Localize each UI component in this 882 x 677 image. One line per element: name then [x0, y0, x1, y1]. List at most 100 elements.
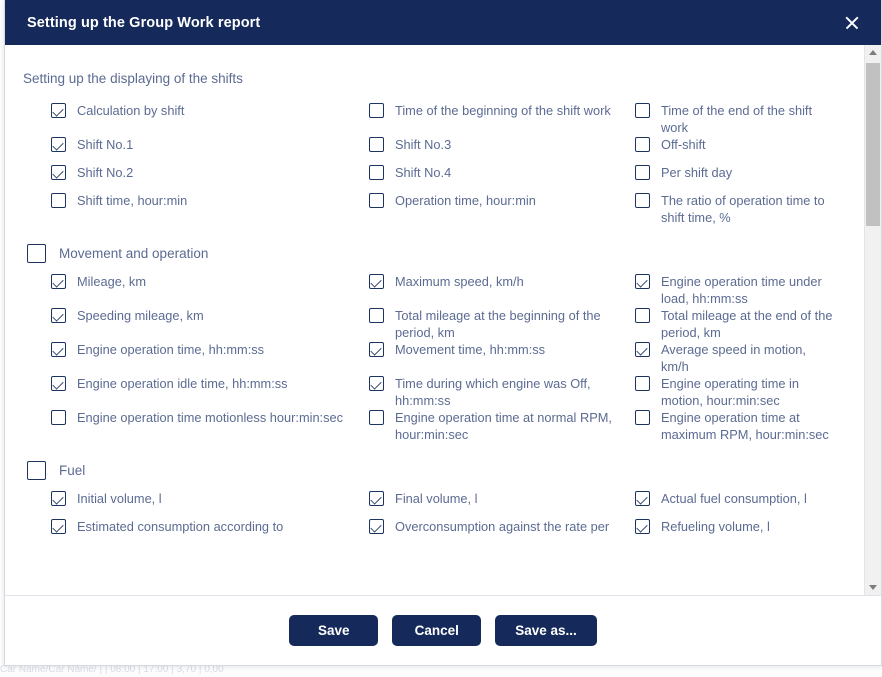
- checkbox-grid-fuel: Initial volume, l Final volume, l Actual f…: [5, 490, 864, 546]
- scroll-up-button[interactable]: [865, 45, 881, 61]
- checkbox-row[interactable]: Maximum speed, km/h: [369, 273, 635, 307]
- checkbox-label: Estimated consumption according to: [77, 519, 284, 534]
- dialog-title: Setting up the Group Work report: [27, 14, 261, 31]
- checkbox[interactable]: [51, 193, 66, 208]
- checkbox-label: Shift No.4: [395, 165, 452, 180]
- checkbox-row[interactable]: Off-shift: [635, 136, 852, 164]
- checkbox-row[interactable]: Engine operation time motionless hour:mi…: [51, 409, 369, 443]
- checkbox[interactable]: [51, 410, 66, 425]
- checkbox[interactable]: [51, 274, 66, 289]
- checkbox-row[interactable]: Time of the end of the shift work: [635, 102, 852, 136]
- close-icon[interactable]: [839, 10, 865, 36]
- checkbox[interactable]: [635, 308, 650, 323]
- checkbox[interactable]: [635, 410, 650, 425]
- group-checkbox-fuel[interactable]: [27, 461, 46, 480]
- checkbox[interactable]: [635, 193, 650, 208]
- save-button[interactable]: Save: [289, 615, 379, 646]
- checkbox[interactable]: [635, 137, 650, 152]
- checkbox-row[interactable]: Refueling volume, l: [635, 518, 852, 546]
- dialog-body: Setting up the displaying of the shifts C…: [5, 45, 881, 596]
- checkbox-label: Engine operation time motionless hour:mi…: [77, 410, 344, 425]
- save-as-button[interactable]: Save as...: [495, 615, 597, 646]
- checkbox[interactable]: [369, 342, 384, 357]
- checkbox[interactable]: [369, 491, 384, 506]
- checkbox-row[interactable]: Engine operation idle time, hh:mm:ss: [51, 375, 369, 409]
- checkbox-label: Speeding mileage, km: [77, 308, 204, 323]
- checkbox[interactable]: [51, 376, 66, 391]
- checkbox-row[interactable]: The ratio of operation time to shift tim…: [635, 192, 852, 226]
- checkbox-grid-shifts: Calculation by shift Time of the beginnin…: [5, 102, 864, 226]
- checkbox[interactable]: [635, 103, 650, 118]
- checkbox[interactable]: [369, 410, 384, 425]
- checkbox[interactable]: [51, 342, 66, 357]
- checkbox-label: Operation time, hour:min: [395, 193, 536, 208]
- checkbox[interactable]: [369, 193, 384, 208]
- checkbox-row[interactable]: Shift No.1: [51, 136, 369, 164]
- dialog-titlebar: Setting up the Group Work report: [5, 0, 881, 45]
- checkbox[interactable]: [635, 376, 650, 391]
- checkbox-label: Time of the end of the shift work: [661, 103, 813, 135]
- checkbox-row[interactable]: Mileage, km: [51, 273, 369, 307]
- checkbox-row[interactable]: Time of the beginning of the shift work: [369, 102, 635, 136]
- checkbox-row[interactable]: Time during which engine was Off, hh:mm:…: [369, 375, 635, 409]
- checkbox[interactable]: [369, 137, 384, 152]
- checkbox-grid-movement: Mileage, km Maximum speed, km/h Engine ope…: [5, 273, 864, 443]
- checkbox-row[interactable]: Final volume, l: [369, 490, 635, 518]
- checkbox-label: Per shift day: [661, 165, 733, 180]
- checkbox-label: Shift No.3: [395, 137, 452, 152]
- checkbox-label: Average speed in motion, km/h: [661, 342, 806, 374]
- checkbox-row[interactable]: Movement time, hh:mm:ss: [369, 341, 635, 375]
- checkbox[interactable]: [51, 491, 66, 506]
- group-checkbox-movement[interactable]: [27, 244, 46, 263]
- checkbox-row[interactable]: Overconsumption against the rate per: [369, 518, 635, 546]
- checkbox-row[interactable]: Engine operation time at normal RPM, hou…: [369, 409, 635, 443]
- checkbox[interactable]: [369, 376, 384, 391]
- checkbox-row[interactable]: Shift No.3: [369, 136, 635, 164]
- checkbox-label: Shift No.2: [77, 165, 134, 180]
- checkbox[interactable]: [51, 137, 66, 152]
- checkbox-row[interactable]: Initial volume, l: [51, 490, 369, 518]
- checkbox-row[interactable]: Shift No.4: [369, 164, 635, 192]
- checkbox[interactable]: [635, 519, 650, 534]
- checkbox[interactable]: [369, 308, 384, 323]
- checkbox-row[interactable]: Shift time, hour:min: [51, 192, 369, 226]
- checkbox[interactable]: [369, 519, 384, 534]
- checkbox[interactable]: [635, 274, 650, 289]
- checkbox[interactable]: [51, 165, 66, 180]
- checkbox-label: Time during which engine was Off, hh:mm:…: [395, 376, 591, 408]
- checkbox-label: Total mileage at the end of the period, …: [661, 308, 833, 340]
- checkbox-row[interactable]: Shift No.2: [51, 164, 369, 192]
- checkbox-row[interactable]: Estimated consumption according to: [51, 518, 369, 546]
- checkbox-label: Total mileage at the beginning of the pe…: [395, 308, 601, 340]
- scroll-down-button[interactable]: [865, 579, 881, 595]
- checkbox-row[interactable]: Engine operation time at maximum RPM, ho…: [635, 409, 852, 443]
- checkbox-label: Engine operating time in motion, hour:mi…: [661, 376, 800, 408]
- checkbox[interactable]: [635, 165, 650, 180]
- checkbox-row[interactable]: Per shift day: [635, 164, 852, 192]
- checkbox[interactable]: [635, 491, 650, 506]
- checkbox-row[interactable]: Speeding mileage, km: [51, 307, 369, 341]
- checkbox-row[interactable]: Engine operation time under load, hh:mm:…: [635, 273, 852, 307]
- cancel-button[interactable]: Cancel: [392, 615, 482, 646]
- checkbox[interactable]: [369, 274, 384, 289]
- checkbox-row[interactable]: Actual fuel consumption, l: [635, 490, 852, 518]
- checkbox-row[interactable]: Average speed in motion, km/h: [635, 341, 852, 375]
- checkbox-label: Overconsumption against the rate per: [395, 519, 610, 534]
- checkbox-label: Final volume, l: [395, 491, 478, 506]
- checkbox-row[interactable]: Engine operation time, hh:mm:ss: [51, 341, 369, 375]
- checkbox-row[interactable]: Operation time, hour:min: [369, 192, 635, 226]
- checkbox[interactable]: [51, 519, 66, 534]
- vertical-scrollbar[interactable]: [864, 45, 881, 595]
- checkbox-row[interactable]: Total mileage at the end of the period, …: [635, 307, 852, 341]
- checkbox-label: Engine operation time at maximum RPM, ho…: [661, 410, 829, 442]
- checkbox-row[interactable]: Total mileage at the beginning of the pe…: [369, 307, 635, 341]
- checkbox[interactable]: [51, 308, 66, 323]
- checkbox[interactable]: [369, 103, 384, 118]
- checkbox[interactable]: [635, 342, 650, 357]
- checkbox-row[interactable]: Calculation by shift: [51, 102, 369, 136]
- checkbox[interactable]: [369, 165, 384, 180]
- checkbox-row[interactable]: Engine operating time in motion, hour:mi…: [635, 375, 852, 409]
- screen-root: Car Name/Car Name/ | | 08:00 | 17:00 | 3…: [0, 0, 882, 677]
- checkbox[interactable]: [51, 103, 66, 118]
- scrollbar-thumb[interactable]: [866, 63, 880, 226]
